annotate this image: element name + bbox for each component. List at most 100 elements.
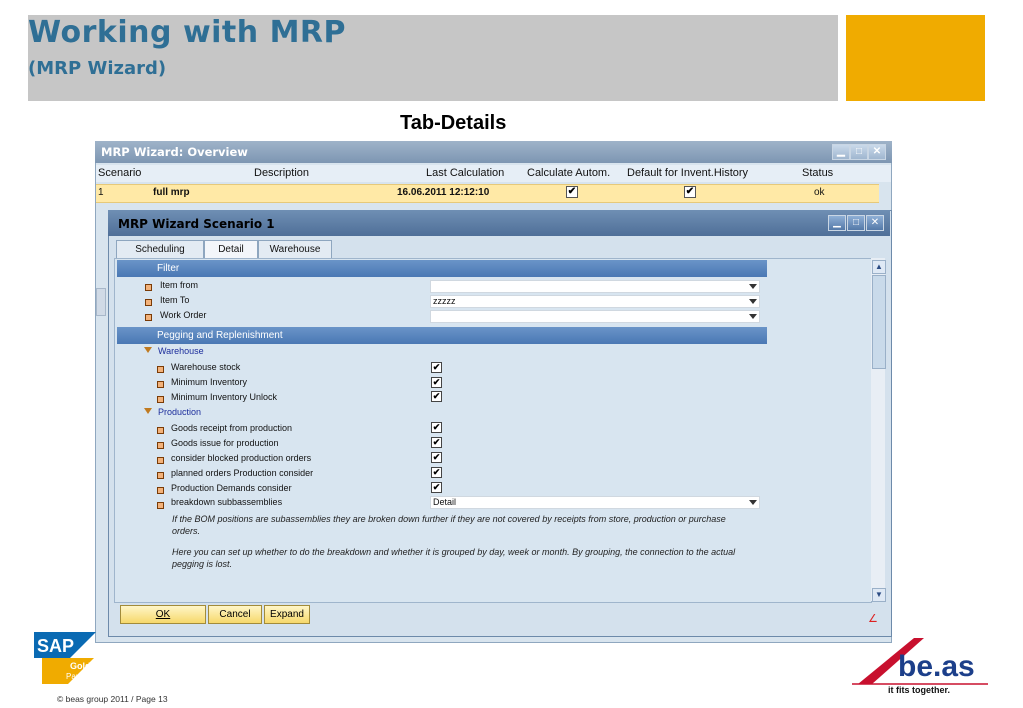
bullet-icon — [157, 472, 164, 479]
min-inventory-label: Minimum Inventory — [171, 377, 248, 387]
sap-logo-graphic: SAP Gold Partner — [34, 632, 96, 684]
sap-partner-text: Partner — [66, 672, 93, 681]
filter-header-label: Filter — [157, 263, 180, 274]
bullet-icon — [157, 457, 164, 464]
min-inventory-unlock-checkbox[interactable]: ✔ — [431, 391, 442, 402]
min-inventory-checkbox[interactable]: ✔ — [431, 377, 442, 388]
chevron-down-icon — [749, 314, 757, 319]
item-from-select[interactable] — [430, 280, 760, 293]
item-to-value: zzzzz — [433, 296, 456, 306]
item-from-label: Item from — [160, 280, 199, 290]
resize-grip-icon[interactable]: ∠ — [868, 612, 878, 625]
sap-gold-text: Gold — [70, 661, 91, 671]
row-last-calculation: 16.06.2011 12:12:10 — [397, 187, 490, 198]
group-production[interactable]: Production — [158, 407, 201, 417]
chevron-down-icon — [749, 500, 757, 505]
breakdown-value: Detail — [433, 497, 457, 507]
bullet-icon — [145, 314, 152, 321]
sap-gold-partner-logo: SAP Gold Partner — [34, 632, 126, 684]
col-description[interactable]: Description — [254, 167, 309, 179]
scenario-title: MRP Wizard Scenario 1 — [118, 217, 275, 231]
note-bom-line1: If the BOM positions are subassemblies t… — [172, 514, 726, 524]
default-inv-checkbox[interactable]: ✔ — [684, 186, 696, 198]
bullet-icon — [157, 427, 164, 434]
row-status: ok — [814, 187, 825, 198]
beas-text: be.as — [898, 650, 975, 683]
goods-receipt-checkbox[interactable]: ✔ — [431, 422, 442, 433]
tab-detail[interactable]: Detail — [204, 240, 258, 258]
note-grouping-line2: pegging is lost. — [172, 559, 233, 569]
scroll-thumb[interactable] — [872, 275, 886, 369]
bullet-icon — [145, 299, 152, 306]
col-scenario[interactable]: Scenario — [98, 167, 141, 179]
calc-auto-checkbox[interactable]: ✔ — [566, 186, 578, 198]
col-calculate-autom[interactable]: Calculate Autom. — [527, 167, 610, 179]
row-scenario: full mrp — [153, 187, 190, 198]
close-icon[interactable]: ✕ — [866, 215, 884, 231]
tab-strip: Scheduling Detail Warehouse — [112, 240, 342, 259]
expand-triangle-icon[interactable] — [144, 347, 152, 353]
filter-header: Filter — [117, 260, 767, 277]
bullet-icon — [157, 502, 164, 509]
slide-subtitle: (MRP Wizard) — [28, 58, 167, 79]
scroll-down-icon[interactable]: ▼ — [872, 588, 886, 602]
cancel-button[interactable]: Cancel — [208, 605, 262, 624]
minimize-icon[interactable]: ▁ — [828, 215, 846, 231]
consider-blocked-label: consider blocked production orders — [171, 453, 312, 463]
close-icon[interactable]: ✕ — [868, 144, 886, 160]
goods-issue-checkbox[interactable]: ✔ — [431, 437, 442, 448]
breakdown-select[interactable]: Detail — [430, 496, 760, 509]
minimize-icon[interactable]: ▁ — [832, 144, 850, 160]
planned-orders-label: planned orders Production consider — [171, 468, 314, 478]
sap-text: SAP — [37, 636, 74, 656]
warehouse-stock-label: Warehouse stock — [171, 362, 241, 372]
scenario-titlebar[interactable]: MRP Wizard Scenario 1 ▁ □ ✕ — [108, 210, 890, 236]
tab-warehouse[interactable]: Warehouse — [258, 240, 332, 258]
bullet-icon — [157, 396, 164, 403]
expand-triangle-icon[interactable] — [144, 408, 152, 414]
section-heading: Tab-Details — [400, 112, 507, 134]
planned-orders-checkbox[interactable]: ✔ — [431, 467, 442, 478]
item-to-select[interactable]: zzzzz — [430, 295, 760, 308]
col-status[interactable]: Status — [802, 167, 833, 179]
chevron-down-icon — [749, 299, 757, 304]
overview-titlebar[interactable]: MRP Wizard: Overview ▁ □ ✕ — [95, 141, 892, 163]
overview-title: MRP Wizard: Overview — [101, 145, 248, 159]
slide-title: Working with MRP — [28, 15, 347, 50]
expand-button[interactable]: Expand — [264, 605, 310, 624]
bullet-icon — [157, 487, 164, 494]
breakdown-label: breakdown subbassemblies — [171, 497, 283, 507]
beas-logo: be.as it fits together. — [850, 636, 990, 696]
goods-receipt-label: Goods receipt from production — [171, 423, 293, 433]
ok-button[interactable]: OK — [120, 605, 206, 624]
col-last-calculation[interactable]: Last Calculation — [426, 167, 504, 179]
min-inventory-unlock-label: Minimum Inventory Unlock — [171, 392, 278, 402]
note-grouping-line1: Here you can set up whether to do the br… — [172, 547, 736, 557]
warehouse-stock-checkbox[interactable]: ✔ — [431, 362, 442, 373]
work-order-select[interactable] — [430, 310, 760, 323]
row-number: 1 — [98, 187, 104, 198]
beas-tagline: it fits together. — [888, 685, 950, 695]
bullet-icon — [157, 366, 164, 373]
group-warehouse[interactable]: Warehouse — [158, 346, 204, 356]
overview-side-handle — [96, 288, 106, 316]
beas-logo-graphic: be.as it fits together. — [852, 638, 988, 695]
maximize-icon[interactable]: □ — [850, 144, 868, 160]
pegging-header-label: Pegging and Replenishment — [157, 330, 283, 341]
maximize-icon[interactable]: □ — [847, 215, 865, 231]
col-default-invent-history[interactable]: Default for Invent.History — [627, 167, 748, 179]
scroll-up-icon[interactable]: ▲ — [872, 260, 886, 274]
tab-scheduling[interactable]: Scheduling — [116, 240, 204, 258]
consider-blocked-checkbox[interactable]: ✔ — [431, 452, 442, 463]
prod-demands-label: Production Demands consider — [171, 483, 292, 493]
item-to-label: Item To — [160, 295, 190, 305]
prod-demands-checkbox[interactable]: ✔ — [431, 482, 442, 493]
note-bom-line2: orders. — [172, 526, 201, 536]
bullet-icon — [145, 284, 152, 291]
work-order-label: Work Order — [160, 310, 207, 320]
table-row[interactable]: 1 full mrp 16.06.2011 12:12:10 ✔ ✔ ok — [96, 184, 879, 203]
footer-text: © beas group 2011 / Page 13 — [57, 694, 168, 704]
accent-block — [846, 15, 985, 101]
overview-table-header: Scenario Description Last Calculation Ca… — [96, 165, 891, 182]
bullet-icon — [157, 381, 164, 388]
